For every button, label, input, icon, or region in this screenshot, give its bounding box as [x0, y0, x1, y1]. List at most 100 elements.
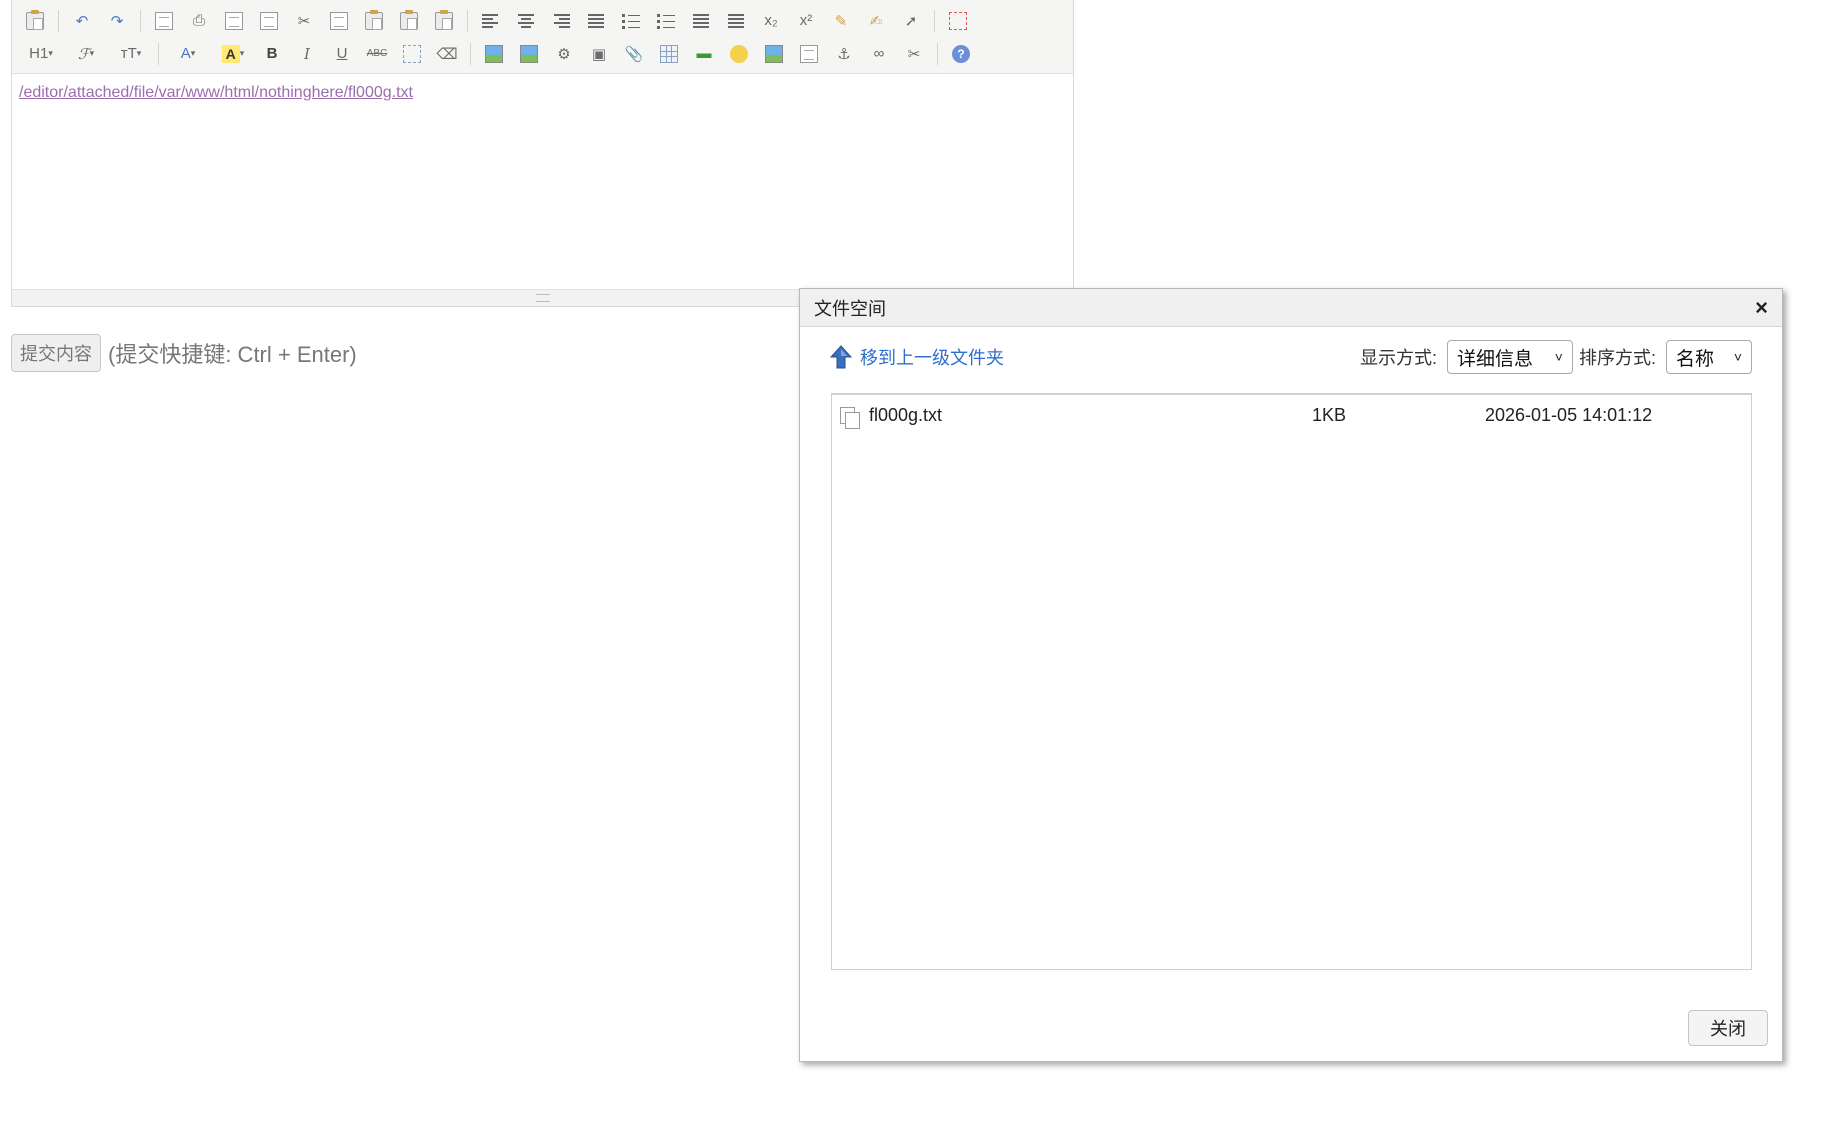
unordered-list-icon: [657, 11, 675, 30]
parent-folder-label: 移到上一级文件夹: [860, 348, 1004, 368]
image-button[interactable]: [481, 41, 507, 67]
close-icon[interactable]: ×: [1755, 296, 1768, 319]
print-button[interactable]: ⎙: [186, 8, 212, 34]
sort-mode-select[interactable]: 名称 ˅: [1666, 340, 1752, 374]
align-justify-icon: [587, 11, 605, 30]
table-icon: [660, 44, 678, 63]
outdent-button[interactable]: [723, 8, 749, 34]
page-break-button[interactable]: [796, 41, 822, 67]
link-button[interactable]: ∞: [866, 41, 892, 67]
file-name[interactable]: fl000g.txt: [869, 405, 942, 426]
editor-content-area[interactable]: /editor/attached/file/var/www/html/nothi…: [12, 74, 1073, 280]
template-button[interactable]: [221, 8, 247, 34]
flash-icon: ⚙: [557, 45, 571, 63]
up-arrow-icon: [830, 345, 852, 369]
source-code-button[interactable]: [22, 8, 48, 34]
media-icon: ▣: [591, 45, 607, 63]
unlink-button[interactable]: ✂: [901, 41, 927, 67]
horizontal-rule-button[interactable]: ▬: [691, 41, 717, 67]
flash-button[interactable]: ⚙: [551, 41, 577, 67]
italic-button[interactable]: I: [294, 41, 320, 67]
chevron-down-icon: ▾: [136, 48, 142, 58]
insert-file-button[interactable]: 📎: [621, 41, 647, 67]
outdent-icon: [727, 11, 745, 30]
underline-icon: U: [336, 45, 348, 62]
chevron-down-icon: ˅: [1554, 349, 1563, 365]
ordered-list-button[interactable]: [618, 8, 644, 34]
table-button[interactable]: [656, 41, 682, 67]
align-left-button[interactable]: [478, 8, 504, 34]
multi-image-icon: [520, 44, 538, 63]
indent-icon: [692, 11, 710, 30]
view-mode-select[interactable]: 详细信息 ˅: [1446, 340, 1573, 374]
line-height-button[interactable]: [399, 41, 425, 67]
eraser-icon: ⌫: [436, 45, 458, 63]
remove-format-button[interactable]: ⌫: [434, 41, 460, 67]
file-list-panel: fl000g.txt 1KB 2026-01-05 14:01:12: [831, 393, 1752, 970]
font-size-icon: ᴛT: [120, 45, 137, 62]
redo-button[interactable]: ↷: [104, 8, 130, 34]
anchor-button[interactable]: ⚓: [831, 41, 857, 67]
content-file-link[interactable]: /editor/attached/file/var/www/html/nothi…: [19, 84, 413, 101]
forecolor-button[interactable]: A ▾: [169, 41, 207, 67]
editor-toolbar: ↶ ↷ ⎙ ✂ x₂ x² ✎ ✍ ➚ H1 ▾ ℱ ▾ ᴛT ▾ A ▾ A …: [12, 0, 1073, 74]
code-button[interactable]: [256, 8, 282, 34]
hilitecolor-button[interactable]: A ▾: [214, 41, 252, 67]
undo-button[interactable]: ↶: [69, 8, 95, 34]
cut-button[interactable]: ✂: [291, 8, 317, 34]
select-all-button[interactable]: ➚: [898, 8, 924, 34]
multi-image-button[interactable]: [516, 41, 542, 67]
fullscreen-button[interactable]: [945, 8, 971, 34]
indent-button[interactable]: [688, 8, 714, 34]
clear-html-button[interactable]: ✎: [828, 8, 854, 34]
toolbar-divider: [937, 42, 938, 65]
unordered-list-button[interactable]: [653, 8, 679, 34]
toolbar-divider: [58, 9, 59, 32]
paste-word-icon: [435, 9, 453, 30]
media-button[interactable]: ▣: [586, 41, 612, 67]
strikethrough-button[interactable]: ABC: [364, 41, 390, 67]
forecolor-icon: A: [180, 45, 191, 62]
toolbar-divider: [470, 42, 471, 65]
undo-icon: ↶: [75, 12, 89, 30]
source-icon: [26, 9, 44, 30]
close-button[interactable]: 关闭: [1688, 1010, 1768, 1046]
subscript-button[interactable]: x₂: [758, 8, 784, 34]
preview-button[interactable]: [151, 8, 177, 34]
paste-word-button[interactable]: [431, 8, 457, 34]
bold-button[interactable]: B: [259, 41, 285, 67]
paste-button[interactable]: [361, 8, 387, 34]
superscript-button[interactable]: x²: [793, 8, 819, 34]
dialog-header: 文件空间 ×: [800, 289, 1782, 327]
font-family-button[interactable]: ℱ ▾: [67, 41, 105, 67]
help-icon: ?: [952, 44, 970, 63]
file-row[interactable]: fl000g.txt 1KB 2026-01-05 14:01:12: [832, 395, 1751, 435]
font-size-button[interactable]: ᴛT ▾: [112, 41, 150, 67]
heading-button[interactable]: H1 ▾: [22, 41, 60, 67]
submit-button[interactable]: 提交内容: [11, 334, 101, 372]
chevron-down-icon: ˅: [1733, 349, 1742, 365]
paste-plain-button[interactable]: [396, 8, 422, 34]
copy-button[interactable]: [326, 8, 352, 34]
file-icon: [840, 407, 860, 429]
align-right-button[interactable]: [548, 8, 574, 34]
toolbar-row-1: ↶ ↷ ⎙ ✂ x₂ x² ✎ ✍ ➚: [22, 4, 1073, 37]
help-button[interactable]: ?: [948, 41, 974, 67]
underline-button[interactable]: U: [329, 41, 355, 67]
align-left-icon: [482, 11, 500, 30]
file-size: 1KB: [1312, 404, 1347, 425]
redo-icon: ↷: [110, 12, 124, 30]
baidu-map-button[interactable]: [761, 41, 787, 67]
bold-icon: B: [266, 45, 278, 62]
parent-folder-link[interactable]: 移到上一级文件夹: [830, 344, 1004, 370]
file-date: 2026-01-05 14:01:12: [1485, 404, 1653, 425]
anchor-icon: ⚓: [837, 45, 851, 63]
emoticons-button[interactable]: [726, 41, 752, 67]
chevron-down-icon: ▾: [89, 48, 95, 58]
toolbar-divider: [934, 9, 935, 32]
resize-grip-icon: [535, 294, 550, 302]
align-justify-button[interactable]: [583, 8, 609, 34]
quick-format-button[interactable]: ✍: [863, 8, 889, 34]
align-center-icon: [517, 11, 535, 30]
align-center-button[interactable]: [513, 8, 539, 34]
